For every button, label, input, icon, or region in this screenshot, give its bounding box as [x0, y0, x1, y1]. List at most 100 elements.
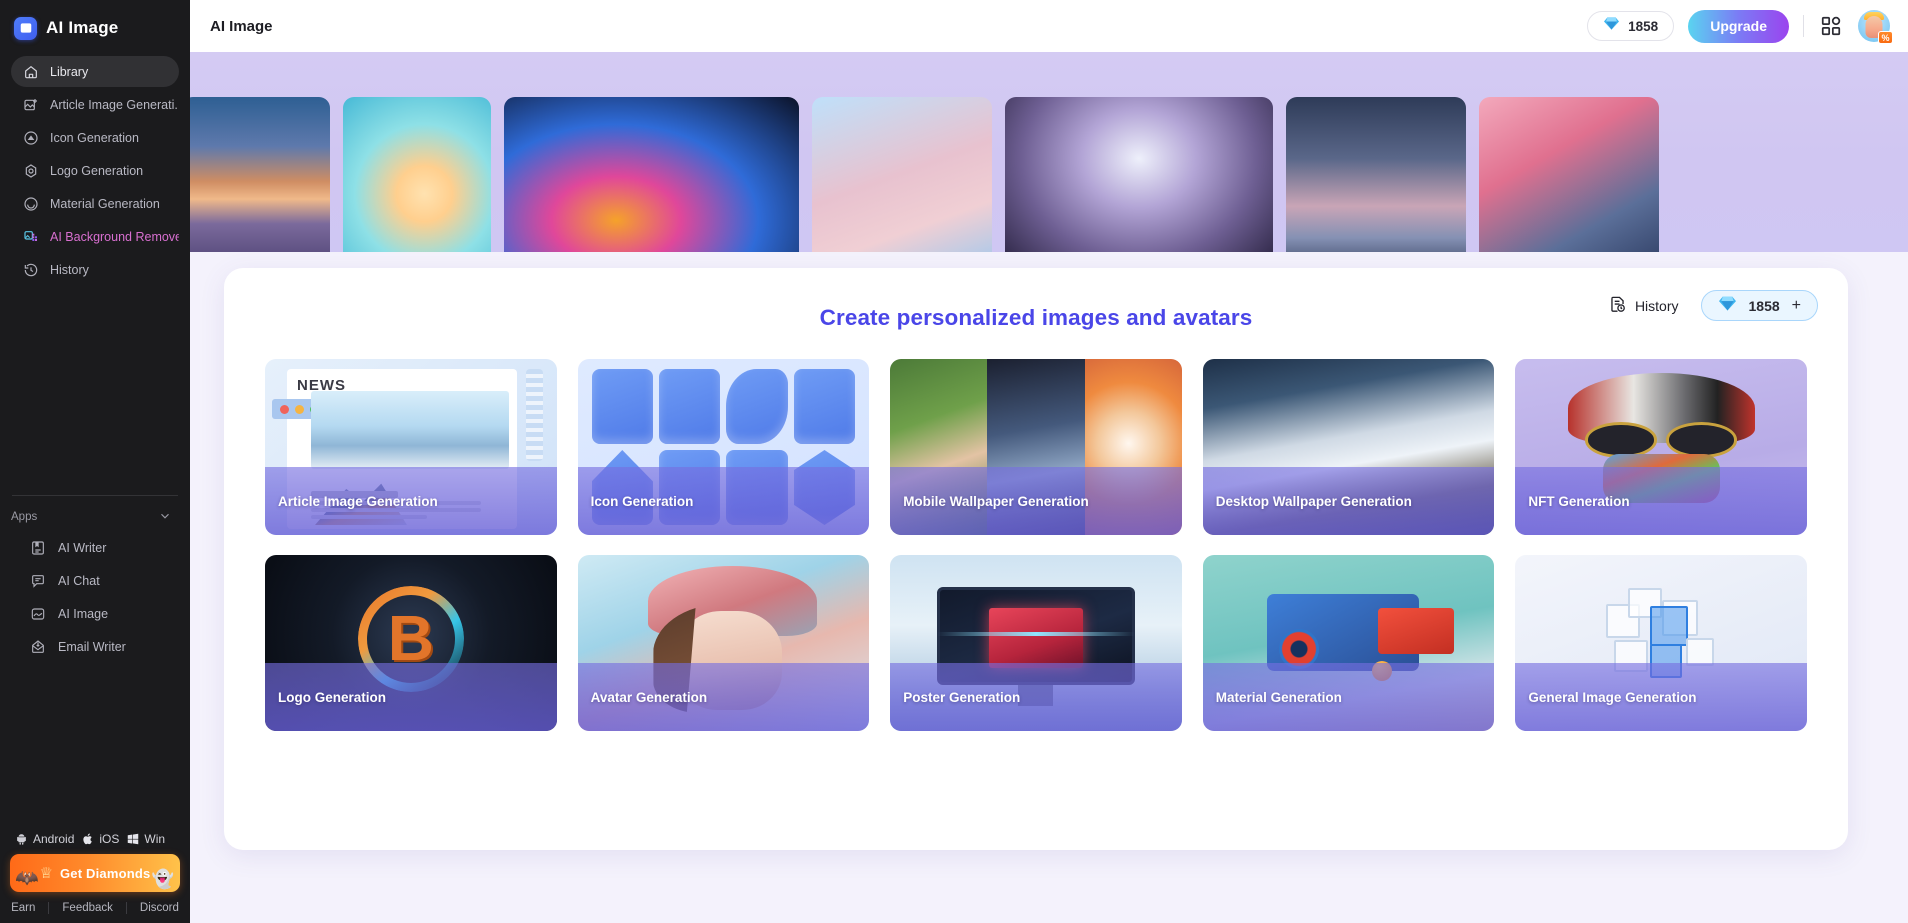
chevron-down-icon[interactable]	[158, 509, 172, 526]
app-item-label: AI Image	[58, 606, 109, 621]
app-item-ai-image[interactable]: AI Image	[11, 598, 179, 629]
sidebar-item-ai-background-remove[interactable]: AI Background Remove	[11, 221, 179, 252]
banner-thumbnails	[190, 97, 1659, 252]
footer-link-feedback[interactable]: Feedback	[48, 902, 126, 914]
platform-win[interactable]: Win	[126, 832, 165, 846]
tile-general-image-generation[interactable]: General Image Generation	[1515, 555, 1807, 731]
tile-label: Mobile Wallpaper Generation	[903, 493, 1089, 509]
platform-android[interactable]: Android	[14, 831, 74, 846]
email-writer-icon	[29, 638, 46, 655]
app-item-ai-writer[interactable]: AI Writer	[11, 532, 179, 563]
sidebar-item-label: Library	[50, 64, 89, 79]
banner-thumbnail[interactable]	[343, 97, 491, 252]
home-icon	[22, 63, 39, 80]
generation-panel: History 1858 + Create personalized image…	[224, 268, 1848, 850]
user-avatar[interactable]: %	[1858, 10, 1893, 44]
sidebar-item-logo-generation[interactable]: Logo Generation	[11, 155, 179, 186]
tile-label-bar: Poster Generation	[890, 663, 1182, 731]
get-diamonds-button[interactable]: 🦇 ♕ Get Diamonds 👻	[10, 854, 180, 892]
app-item-email-writer[interactable]: Email Writer	[11, 631, 179, 662]
footer-link-discord[interactable]: Discord	[125, 902, 192, 914]
app-item-ai-chat[interactable]: AI Chat	[11, 565, 179, 596]
apps-section-header[interactable]: Apps	[0, 502, 190, 532]
brand[interactable]: AI AI Image	[0, 0, 190, 44]
sidebar-item-library[interactable]: Library	[11, 56, 179, 87]
apps-grid-icon[interactable]	[1818, 13, 1844, 39]
bat-mascot-icon: 🦇	[15, 868, 39, 889]
panel-title: Create personalized images and avatars	[819, 305, 1253, 330]
sidebar-divider	[12, 495, 178, 496]
sidebar-item-history[interactable]: History	[11, 254, 179, 285]
sidebar-item-article-image-generation[interactable]: Article Image Generati...	[11, 89, 179, 120]
history-button[interactable]: History	[1608, 295, 1679, 317]
tile-avatar-generation[interactable]: Avatar Generation	[577, 555, 870, 731]
sidebar-footer-links: Earn Feedback Discord	[0, 897, 190, 923]
app-item-label: Email Writer	[58, 639, 126, 654]
tile-label: Desktop Wallpaper Generation	[1215, 493, 1412, 509]
logo-generation-icon	[22, 162, 39, 179]
tile-poster-generation[interactable]: Poster Generation	[890, 555, 1182, 731]
windows-icon	[126, 832, 140, 846]
tile-icon-generation[interactable]: Icon Generation	[577, 359, 870, 535]
tile-label: Logo Generation	[278, 689, 386, 705]
tile-label: Poster Generation	[903, 689, 1021, 705]
page-title: AI Image	[210, 17, 273, 35]
ai-chat-icon	[29, 572, 46, 589]
platform-label: Win	[144, 831, 166, 846]
tile-mobile-wallpaper-generation[interactable]: Mobile Wallpaper Generation	[890, 359, 1182, 535]
tile-desktop-wallpaper-generation[interactable]: Desktop Wallpaper Generation	[1202, 359, 1495, 535]
featured-banner	[190, 52, 1908, 252]
banner-thumbnail[interactable]	[1479, 97, 1659, 252]
history-file-icon	[1608, 295, 1627, 317]
tile-logo-generation[interactable]: B Logo Generation	[265, 555, 557, 731]
history-label: History	[1634, 297, 1679, 314]
platform-ios[interactable]: iOS	[81, 832, 119, 846]
banner-thumbnail[interactable]	[1286, 97, 1466, 252]
topbar-divider	[1803, 15, 1804, 37]
platform-label: iOS	[99, 831, 120, 846]
tile-article-image-generation[interactable]: NEWS Article Image Generation	[265, 359, 557, 535]
sidebar-item-label: Icon Generation	[50, 130, 139, 145]
tile-label-bar: Icon Generation	[577, 467, 870, 535]
sidebar-nav: Library Article Image Generati... Icon G…	[0, 56, 190, 285]
android-icon	[14, 831, 29, 846]
banner-thumbnail[interactable]	[190, 97, 330, 252]
upgrade-button[interactable]: Upgrade	[1688, 9, 1789, 43]
ai-image-logo-icon: AI	[14, 16, 37, 40]
history-clock-icon	[22, 261, 39, 278]
banner-thumbnail[interactable]	[812, 97, 992, 252]
buy-diamonds-button[interactable]: 1858 +	[1700, 290, 1818, 321]
panel-tools: History 1858 +	[1608, 290, 1818, 321]
tile-label-bar: Avatar Generation	[577, 663, 870, 731]
icon-generation-icon	[22, 129, 39, 146]
platform-links: Android iOS Win	[0, 831, 190, 854]
sidebar-item-label: Logo Generation	[50, 163, 144, 178]
platform-label: Android	[33, 831, 75, 846]
credit-balance-button[interactable]: 1858	[1587, 11, 1675, 41]
tile-label-bar: Material Generation	[1202, 663, 1495, 731]
sidebar-item-material-generation[interactable]: Material Generation	[11, 188, 179, 219]
sidebar-item-icon-generation[interactable]: Icon Generation	[11, 122, 179, 153]
svg-text:AI: AI	[23, 26, 29, 32]
tile-label-bar: Desktop Wallpaper Generation	[1202, 467, 1495, 535]
ai-writer-icon	[29, 539, 46, 556]
sidebar-item-label: AI Background Remove	[50, 229, 179, 244]
ghost-mascot-icon: 👻	[151, 869, 174, 889]
material-generation-icon	[22, 195, 39, 212]
app-item-label: AI Chat	[58, 573, 100, 588]
sidebar-item-label: History	[50, 262, 89, 277]
avatar-discount-badge: %	[1878, 31, 1893, 44]
tile-material-generation[interactable]: Material Generation	[1202, 555, 1495, 731]
generation-tile-grid: NEWS Article Image Generation Icon Gener…	[265, 359, 1807, 731]
tile-nft-generation[interactable]: NFT Generation	[1515, 359, 1807, 535]
diamond-icon	[1603, 16, 1620, 36]
diamond-icon	[1718, 295, 1737, 317]
tile-label-bar: Mobile Wallpaper Generation	[890, 467, 1182, 535]
banner-thumbnail[interactable]	[504, 97, 799, 252]
footer-link-earn[interactable]: Earn	[0, 902, 48, 914]
main-content: AI Image 1858 Upgrade % History 1858 + C…	[190, 0, 1908, 923]
banner-thumbnail[interactable]	[1005, 97, 1273, 252]
tile-label: Icon Generation	[590, 493, 694, 509]
crown-icon: ♕	[39, 865, 53, 882]
plus-icon: +	[1791, 296, 1801, 314]
